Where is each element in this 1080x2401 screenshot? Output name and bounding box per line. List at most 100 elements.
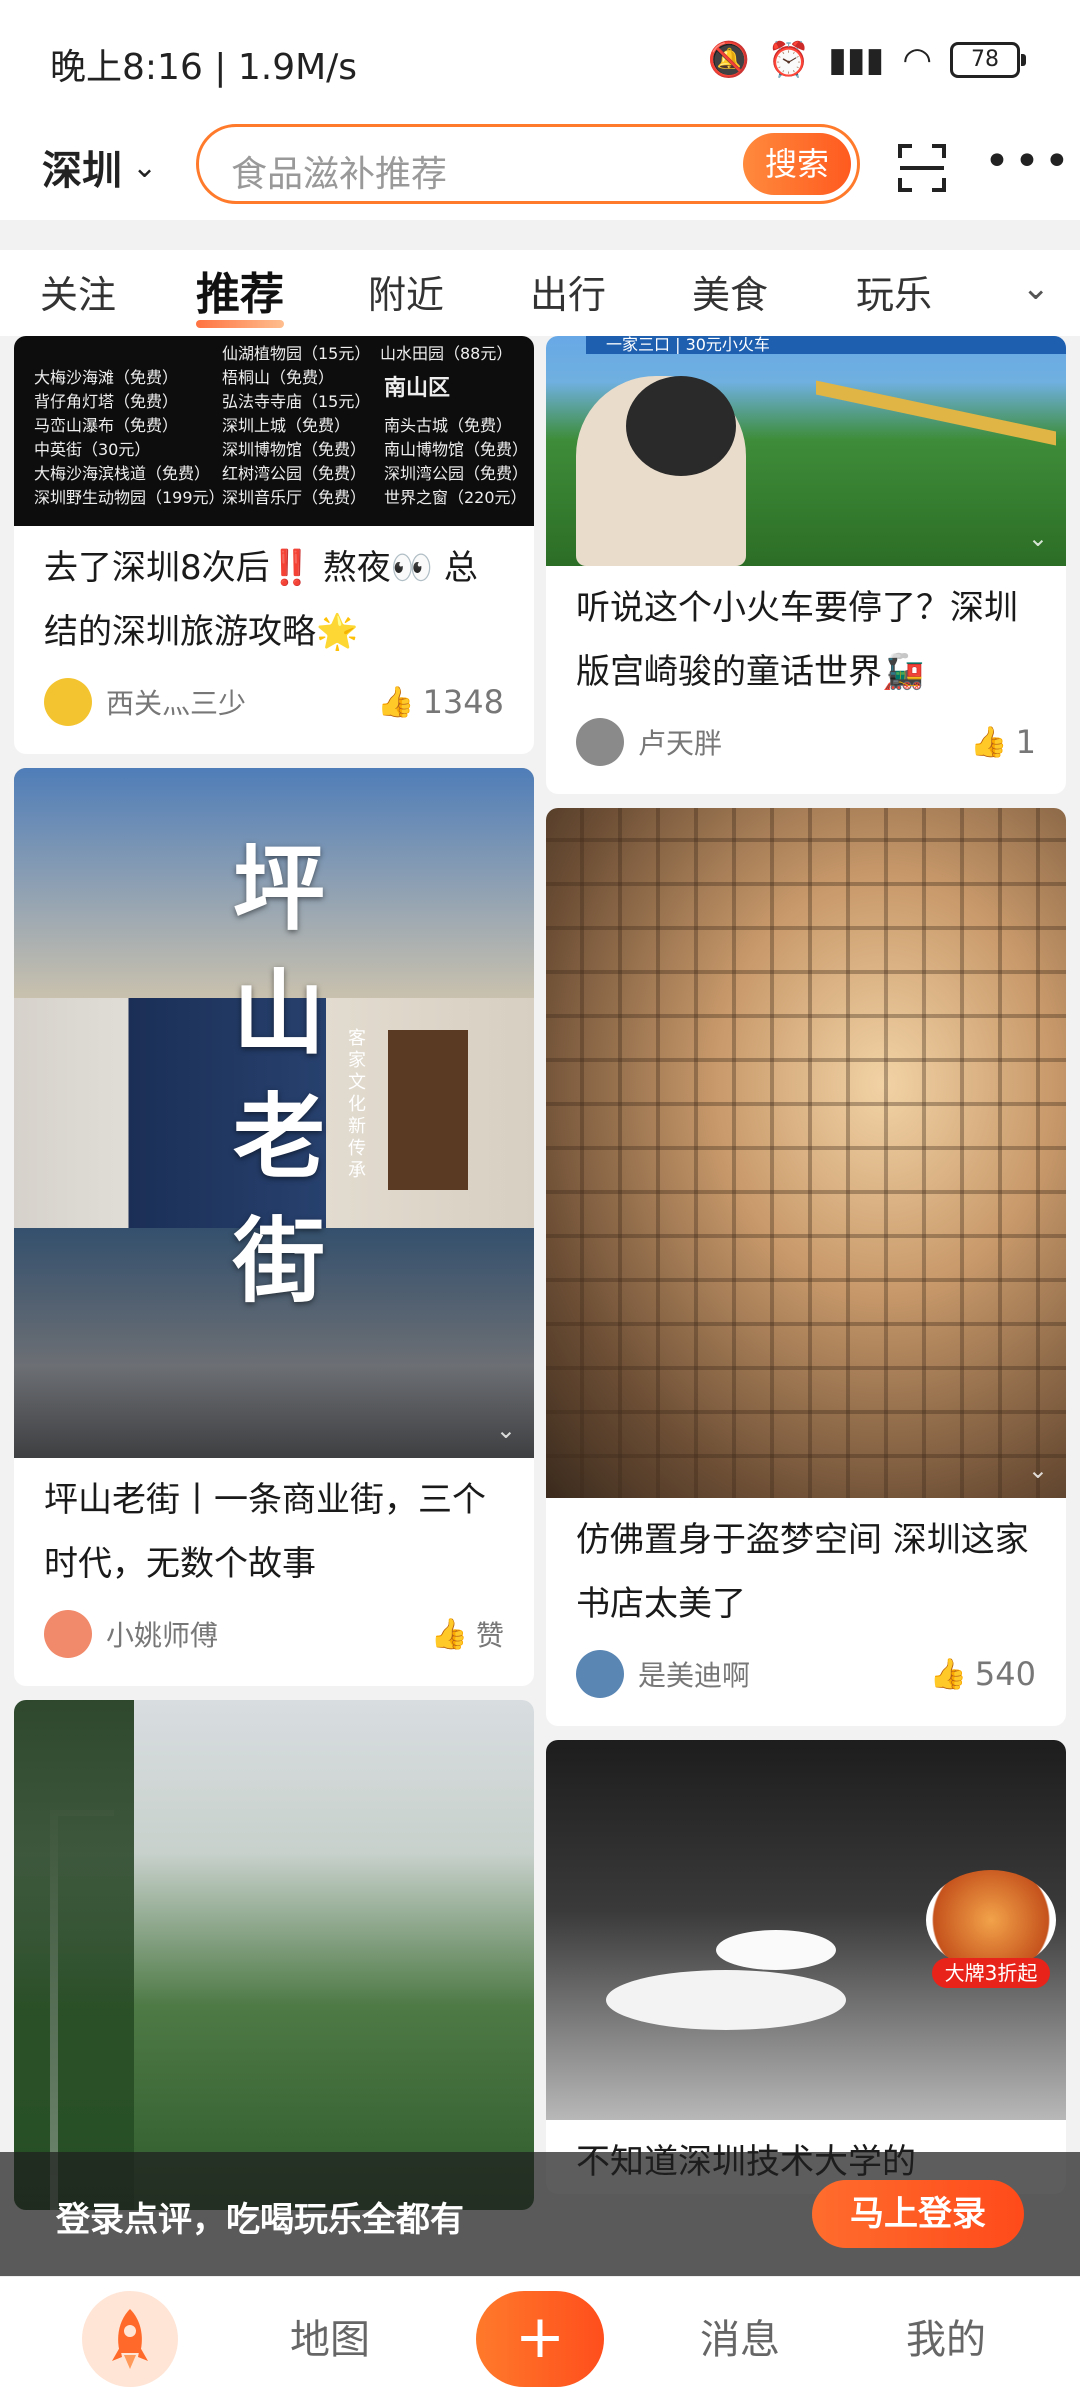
tab-recommend[interactable]: 推荐 — [196, 258, 284, 328]
login-prompt-text: 登录点评，吃喝玩乐全都有 — [56, 2200, 464, 2240]
image-text: 山水田园（88元） — [380, 344, 513, 363]
nav-messages[interactable]: 消息 — [700, 2307, 780, 2365]
door-shape — [388, 1030, 468, 1190]
image-text: 大梅沙海滩（免费） — [34, 368, 179, 387]
nav-me[interactable]: 我的 — [906, 2307, 986, 2365]
image-text: 仙湖植物园（15元） — [222, 344, 371, 363]
image-text: 深圳博物馆（免费） — [222, 440, 367, 459]
signal-icon: ▮▮▮ — [828, 40, 885, 80]
header: 深圳 ⌄ 食品滋补推荐 搜索 ••• — [0, 120, 1080, 220]
card-meta: 西关灬三少 👍 1348 — [14, 664, 534, 754]
like-count: 1348 — [422, 683, 504, 721]
feed-card[interactable]: 坪山老街 客家文化新传承 ⌄ 坪山老街丨一条商业街，三个时代，无数个故事 小姚师… — [14, 768, 534, 1686]
image-text: 南头古城（免费） — [384, 416, 513, 435]
chevron-down-icon: ⌄ — [132, 149, 158, 185]
card-title: 去了深圳8次后‼️ 熬夜👀 总结的深圳旅游攻略🌟 — [44, 548, 478, 652]
image-overlay-title: 坪山老街 — [232, 836, 325, 1315]
ad-food-image[interactable] — [926, 1870, 1056, 1970]
search-button[interactable]: 搜索 — [743, 133, 851, 195]
image-text: 南山博物馆（免费） — [384, 440, 529, 459]
image-text: 深圳野生动物园（199元） — [34, 488, 225, 507]
wifi-icon: ◠ — [902, 40, 932, 80]
author-name[interactable]: 卢天胖 — [638, 722, 970, 762]
nav-map[interactable]: 地图 — [290, 2307, 370, 2365]
plus-icon: + — [514, 2302, 566, 2372]
author-name[interactable]: 是美迪啊 — [638, 1654, 930, 1694]
feed-column-left: 大梅沙海滩（免费） 背仔角灯塔（免费） 马峦山瀑布（免费） 中英街（30元） 大… — [14, 336, 534, 2224]
card-meta: 小姚师傅 👍 赞 — [14, 1596, 534, 1686]
avatar[interactable] — [576, 718, 624, 766]
status-time: 晚上8:16 | 1.9M/s — [50, 47, 358, 88]
feed-card[interactable]: 大梅沙海滩（免费） 背仔角灯塔（免费） 马峦山瀑布（免费） 中英街（30元） 大… — [14, 336, 534, 754]
rocket-icon — [112, 2309, 148, 2369]
login-button[interactable]: 马上登录 — [812, 2180, 1024, 2248]
image-region-label: 南山区 — [384, 376, 451, 401]
like-button[interactable]: 👍 1348 — [377, 683, 504, 721]
card-image[interactable]: 坪山老街 客家文化新传承 ⌄ — [14, 768, 534, 1458]
image-text: 深圳上城（免费） — [222, 416, 351, 435]
ad-badge[interactable]: 大牌3折起 — [932, 1958, 1050, 1988]
avatar[interactable] — [44, 678, 92, 726]
mute-bell-icon: 🔕 — [707, 40, 750, 80]
card-meta: 是美迪啊 👍 540 — [546, 1636, 1066, 1726]
like-button[interactable]: 👍 540 — [930, 1655, 1036, 1693]
like-count: 540 — [974, 1655, 1036, 1693]
search-input[interactable]: 食品滋补推荐 — [231, 145, 447, 197]
chevron-down-icon[interactable]: ⌄ — [1022, 268, 1051, 308]
like-button[interactable]: 👍 赞 — [431, 1614, 504, 1654]
author-name[interactable]: 小姚师傅 — [106, 1614, 431, 1654]
tree-shape — [14, 1700, 134, 2210]
thumbs-up-icon: 👍 — [377, 684, 415, 720]
tab-travel[interactable]: 出行 — [530, 264, 606, 319]
alarm-icon: ⏰ — [767, 40, 811, 80]
battery-icon: 78 — [950, 42, 1026, 78]
avatar[interactable] — [576, 1650, 624, 1698]
more-icon[interactable]: ••• — [984, 136, 1074, 187]
image-text: 深圳湾公园（免费） — [384, 464, 529, 483]
card-image[interactable]: 一家三口 | 30元小火车 ⌄ — [546, 336, 1066, 566]
avatar[interactable] — [44, 1610, 92, 1658]
image-overlay-subtitle: 客家文化新传承 — [348, 1028, 366, 1181]
bookshelf-pattern — [546, 808, 1066, 1498]
feed-card[interactable]: 一家三口 | 30元小火车 ⌄ 听说这个小火车要停了？深圳版宫崎骏的童话世界🚂 … — [546, 336, 1066, 794]
login-prompt-bar: 登录点评，吃喝玩乐全都有 马上登录 — [0, 2152, 1080, 2276]
image-text: 世界之窗（220元） — [384, 488, 527, 507]
image-text: 中英街（30元） — [34, 440, 151, 459]
chevron-down-icon: ⌄ — [495, 1416, 516, 1444]
thumbs-up-icon: 👍 — [970, 724, 1008, 760]
like-count: 赞 — [475, 1619, 504, 1652]
add-button[interactable]: + — [476, 2291, 604, 2387]
category-tabs: 关注 推荐 附近 出行 美食 玩乐 ⌄ — [0, 250, 1080, 336]
feed-card[interactable] — [14, 1700, 534, 2210]
feed-card[interactable]: ⌄ 仿佛置身于盗梦空间 深圳这家书店太美了 是美迪啊 👍 540 — [546, 808, 1066, 1726]
scan-icon[interactable] — [896, 142, 948, 194]
card-title: 仿佛置身于盗梦空间 深圳这家书店太美了 — [576, 1520, 1029, 1624]
feed-card[interactable]: 大牌3折起 不知道深圳技术大学的 — [546, 1740, 1066, 2194]
author-name[interactable]: 西关灬三少 — [106, 682, 377, 722]
home-tab[interactable] — [82, 2291, 178, 2387]
search-bar[interactable]: 食品滋补推荐 搜索 — [196, 124, 860, 204]
tab-follow[interactable]: 关注 — [40, 264, 116, 319]
like-count: 1 — [1015, 723, 1036, 761]
tab-nearby[interactable]: 附近 — [368, 264, 444, 319]
card-image[interactable]: 大牌3折起 — [546, 1740, 1066, 2120]
image-text: 马峦山瀑布（免费） — [34, 416, 179, 435]
tab-fun[interactable]: 玩乐 — [856, 264, 932, 319]
status-icons: 🔕 ⏰ ▮▮▮ ◠ 78 — [707, 40, 1026, 80]
status-bar: 晚上8:16 | 1.9M/s 🔕 ⏰ ▮▮▮ ◠ 78 — [0, 0, 1080, 120]
card-image[interactable]: 大梅沙海滩（免费） 背仔角灯塔（免费） 马峦山瀑布（免费） 中英街（30元） 大… — [14, 336, 534, 526]
tab-food[interactable]: 美食 — [692, 264, 768, 319]
card-image[interactable] — [14, 1700, 534, 2210]
card-title: 听说这个小火车要停了？深圳版宫崎骏的童话世界🚂 — [576, 588, 1018, 692]
card-image[interactable]: ⌄ — [546, 808, 1066, 1498]
thumbs-up-icon: 👍 — [430, 1616, 468, 1652]
image-text: 红树湾公园（免费） — [222, 464, 367, 483]
like-button[interactable]: 👍 1 — [970, 723, 1036, 761]
city-label: 深圳 — [42, 148, 122, 194]
chevron-down-icon: ⌄ — [1027, 524, 1048, 552]
feed[interactable]: 大梅沙海滩（免费） 背仔角灯塔（免费） 马峦山瀑布（免费） 中英街（30元） 大… — [0, 336, 1080, 2276]
plate-shape — [606, 1970, 846, 2030]
city-selector[interactable]: 深圳 ⌄ — [42, 138, 157, 196]
bottom-nav: 地图 + 消息 我的 — [0, 2276, 1080, 2401]
card-title: 坪山老街丨一条商业街，三个时代，无数个故事 — [44, 1480, 486, 1584]
